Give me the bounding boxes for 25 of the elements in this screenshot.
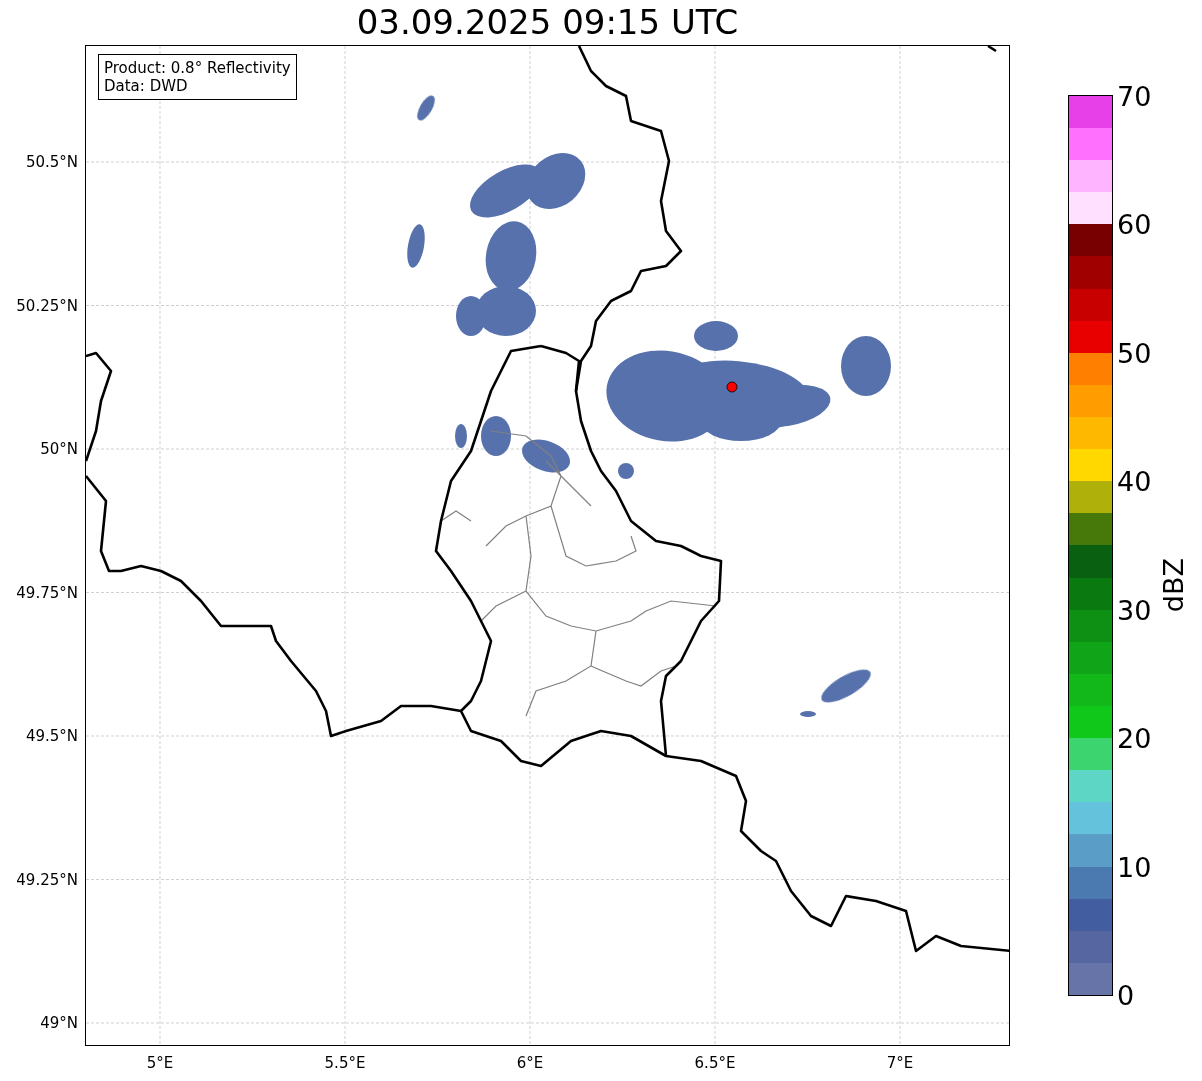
- colorbar-tick-label: 10: [1117, 851, 1152, 883]
- latitude-label: 49.5°N: [25, 727, 78, 745]
- latitude-label: 50°N: [40, 440, 78, 458]
- chart-title: 03.09.2025 09:15 UTC: [355, 1, 740, 44]
- latitude-label: 50.25°N: [16, 296, 78, 315]
- longitude-label: 5°E: [146, 1054, 174, 1072]
- latitude-label: 49.25°N: [16, 870, 78, 889]
- longitude-label: 7°E: [886, 1054, 914, 1072]
- longitude-label: 6.5°E: [694, 1054, 736, 1072]
- latitude-label: 49°N: [40, 1014, 78, 1032]
- colorbar-label: dBZ: [1158, 558, 1189, 613]
- radar-site-marker: [726, 381, 738, 393]
- colorbar-tick-label: 60: [1117, 208, 1152, 240]
- colorbar-tick-label: 0: [1117, 979, 1135, 1011]
- info-text: Product: 0.8° Reflectivity: [104, 59, 291, 77]
- latitude-label: 50.5°N: [25, 153, 78, 171]
- colorbar-tick-label: 40: [1117, 465, 1152, 497]
- longitude-label: 6°E: [516, 1054, 544, 1072]
- info-text: Data: DWD: [104, 77, 189, 95]
- longitude-label: 5.5°E: [324, 1054, 366, 1072]
- latitude-label: 49.75°N: [16, 583, 78, 602]
- colorbar-tick-label: 20: [1117, 722, 1152, 754]
- colorbar-tick-label: 50: [1117, 337, 1152, 369]
- colorbar-tick-label: 70: [1117, 80, 1152, 112]
- colorbar-tick-label: 30: [1117, 594, 1152, 626]
